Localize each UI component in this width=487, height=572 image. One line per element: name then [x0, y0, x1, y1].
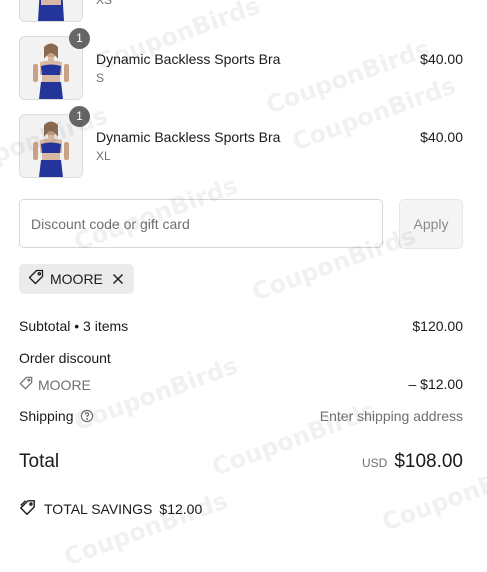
total-label: Total [19, 451, 60, 472]
subtotal-value: $120.00 [412, 318, 463, 334]
line-item: 1 Dynamic Backless Sports Bra S $40.00 [19, 28, 463, 100]
order-discount-label: Order discount [19, 350, 111, 366]
item-price: $40.00 [420, 51, 463, 67]
close-icon[interactable] [112, 273, 124, 285]
tag-icon [19, 376, 33, 393]
item-name: Dynamic Backless Sports Bra [96, 51, 281, 67]
shipping-label: Shipping [19, 408, 74, 424]
shipping-row: Shipping [19, 408, 94, 424]
apply-button[interactable]: Apply [399, 199, 463, 249]
savings-value: $12.00 [159, 501, 203, 517]
discount-code-input[interactable] [19, 199, 383, 248]
savings-tag-icon [19, 499, 36, 519]
quantity-badge: 1 [69, 28, 90, 49]
help-circle-icon[interactable] [80, 409, 94, 423]
item-price: $40.00 [420, 129, 463, 145]
currency-code: USD [361, 456, 388, 470]
applied-code-label: MOORE [50, 271, 103, 287]
total-savings-row: TOTAL SAVINGS $12.00 [19, 499, 202, 519]
total-row-right: USD $108.00 [362, 451, 463, 473]
discount-value: – $12.00 [408, 376, 464, 392]
applied-discount-chip: MOORE [19, 264, 134, 294]
savings-label: TOTAL SAVINGS [44, 501, 153, 517]
line-item: XS [19, 0, 463, 22]
order-discount-code: MOORE [19, 376, 91, 393]
subtotal-label: Subtotal • 3 items [19, 318, 129, 334]
item-variant: XS [96, 0, 113, 7]
line-item: 1 Dynamic Backless Sports Bra XL $40.00 [19, 106, 463, 178]
discount-code-label: MOORE [38, 376, 91, 393]
item-name: Dynamic Backless Sports Bra [96, 129, 281, 145]
quantity-badge: 1 [69, 106, 90, 127]
item-variant: XL [96, 149, 111, 163]
total-value: $108.00 [394, 451, 463, 472]
shipping-value: Enter shipping address [319, 408, 463, 424]
product-thumbnail [19, 0, 83, 22]
tag-icon [28, 269, 44, 290]
item-variant: S [96, 71, 105, 85]
